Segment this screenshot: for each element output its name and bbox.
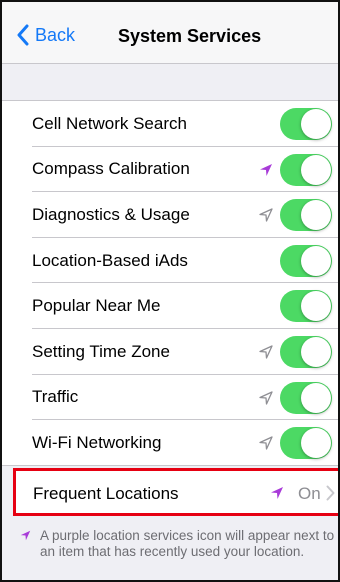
location-arrow-purple-icon <box>20 530 31 541</box>
toggle-switch[interactable] <box>280 335 332 368</box>
back-label: Back <box>35 24 76 45</box>
row-value: On <box>298 484 321 503</box>
footnote: A purple location services icon will app… <box>20 528 338 560</box>
toggle-knob <box>301 109 331 139</box>
page-title: System Services <box>118 26 262 46</box>
location-arrow-purple-icon <box>260 163 272 176</box>
list-item-compass-calibration: Compass Calibration <box>2 147 338 193</box>
row-label: Cell Network Search <box>32 113 187 133</box>
list-item-popular-near-me: Popular Near Me <box>2 283 338 329</box>
toggle-knob <box>301 154 331 185</box>
row-label: Traffic <box>32 387 79 407</box>
location-arrow-gray-icon <box>259 208 273 222</box>
toggle-knob <box>301 245 331 276</box>
settings-screen: Back System Services Cell Network Search… <box>0 0 340 582</box>
footnote-text: A purple location services icon will app… <box>40 528 335 559</box>
toggle-switch[interactable] <box>280 244 332 277</box>
list-item-frequent-locations[interactable]: Frequent Locations On <box>13 468 338 516</box>
row-label: Location-Based iAds <box>32 250 188 270</box>
row-label: Popular Near Me <box>32 296 161 316</box>
toggle-switch[interactable] <box>280 199 332 232</box>
location-arrow-gray-icon <box>259 436 273 450</box>
list-item-diagnostics-usage: Diagnostics & Usage <box>2 192 338 238</box>
toggle-knob <box>301 200 331 231</box>
chevron-left-icon <box>17 24 29 46</box>
list-item-traffic: Traffic <box>2 375 338 421</box>
toggle-knob <box>301 336 331 367</box>
row-label: Diagnostics & Usage <box>32 204 190 224</box>
location-arrow-gray-icon <box>259 390 273 405</box>
toggle-knob <box>301 291 331 322</box>
toggle-switch[interactable] <box>280 381 332 414</box>
navigation-bar: Back System Services <box>2 2 338 64</box>
system-services-list: Cell Network Search Compass Calibration … <box>2 100 338 466</box>
list-item-cell-network-search: Cell Network Search <box>2 101 338 147</box>
location-arrow-purple-icon <box>271 487 283 499</box>
toggle-knob <box>301 428 331 459</box>
chevron-right-icon <box>326 485 335 501</box>
toggle-knob <box>301 382 331 413</box>
toggle-switch[interactable] <box>280 290 332 323</box>
row-label: Frequent Locations <box>33 484 179 503</box>
list-item-wifi-networking: Wi-Fi Networking <box>2 420 338 466</box>
location-arrow-gray-icon <box>259 345 273 359</box>
back-button[interactable]: Back <box>16 22 75 48</box>
list-item-setting-time-zone: Setting Time Zone <box>2 329 338 375</box>
row-label: Setting Time Zone <box>32 341 170 361</box>
row-label: Wi-Fi Networking <box>32 432 162 452</box>
list-item-location-based-iads: Location-Based iAds <box>2 238 338 284</box>
toggle-switch[interactable] <box>280 108 332 140</box>
row-label: Compass Calibration <box>32 159 190 179</box>
toggle-switch[interactable] <box>280 153 332 186</box>
toggle-switch[interactable] <box>280 427 332 460</box>
